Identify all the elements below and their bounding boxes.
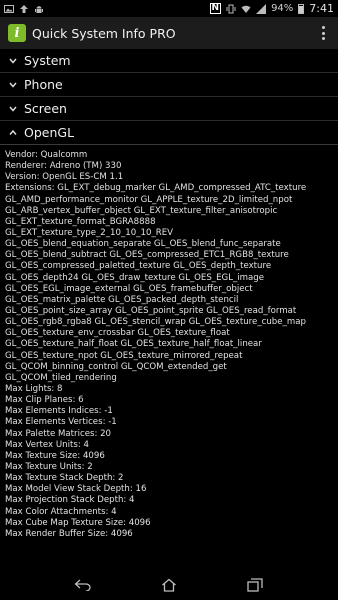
- opengl-line: Max Texture Units: 2: [5, 461, 93, 472]
- back-icon: [74, 579, 91, 591]
- opengl-line: GL_OES_texture_env_crossbar GL_OES_textu…: [5, 328, 230, 339]
- section-opengl-label: OpenGL: [24, 125, 75, 140]
- opengl-line: GL_QCOM_tiled_rendering: [5, 372, 117, 383]
- wifi-icon: [241, 5, 251, 13]
- section-screen-label: Screen: [24, 101, 67, 116]
- opengl-line: Vendor: Qualcomm: [5, 150, 88, 160]
- opengl-line: GL_OES_texture_half_float GL_OES_texture…: [5, 339, 262, 350]
- section-system-label: System: [24, 53, 71, 68]
- app-info-icon[interactable]: i: [8, 24, 26, 42]
- opengl-line: Max Lights: 8: [5, 383, 63, 394]
- opengl-line: Max Palette Matrices: 20: [5, 428, 112, 439]
- home-button[interactable]: [159, 575, 179, 595]
- opengl-line: GL_OES_point_size_array GL_OES_point_spr…: [5, 305, 297, 316]
- opengl-line: GL_AMD_performance_monitor GL_APPLE_text…: [5, 194, 293, 205]
- chevron-down-icon: [6, 54, 20, 68]
- opengl-line: GL_OES_depth24 GL_OES_draw_texture GL_OE…: [5, 272, 265, 283]
- opengl-line: GL_OES_compressed_paletted_texture GL_OE…: [5, 261, 272, 272]
- opengl-line: Extensions: GL_EXT_debug_marker GL_AMD_c…: [5, 183, 307, 194]
- opengl-line: Max Color Attachments: 4: [5, 506, 117, 517]
- navigation-bar: [0, 570, 338, 600]
- opengl-line: GL_QCOM_binning_control GL_QCOM_extended…: [5, 361, 227, 372]
- chevron-down-icon: [6, 102, 20, 116]
- photo-notification-icon: [4, 4, 14, 13]
- opengl-line: Max Elements Vertices: -1: [5, 417, 117, 428]
- chevron-down-icon: [6, 78, 20, 92]
- opengl-line: GL_OES_EGL_image_external GL_OES_framebu…: [5, 283, 253, 294]
- back-button[interactable]: [73, 575, 93, 595]
- opengl-line: GL_OES_blend_subtract GL_OES_compressed_…: [5, 250, 289, 261]
- opengl-line: Renderer: Adreno (TM) 330: [5, 161, 122, 172]
- section-screen[interactable]: Screen: [0, 97, 338, 121]
- section-system[interactable]: System: [0, 49, 338, 73]
- section-opengl[interactable]: OpenGL: [0, 121, 338, 145]
- opengl-line: GL_OES_texture_npot GL_OES_texture_mirro…: [5, 350, 243, 361]
- opengl-line: Max Texture Stack Depth: 2: [5, 473, 124, 484]
- opengl-line: Max Vertex Units: 4: [5, 439, 89, 450]
- opengl-line: GL_EXT_texture_type_2_10_10_10_REV: [5, 227, 174, 238]
- signal-icon: [256, 3, 267, 14]
- opengl-line: Max Elements Indices: -1: [5, 406, 113, 417]
- opengl-line: GL_OES_blend_equation_separate GL_OES_bl…: [5, 239, 281, 250]
- recent-apps-button[interactable]: [245, 575, 265, 595]
- status-bar: N 94% 7:41: [0, 0, 338, 17]
- section-phone-label: Phone: [24, 77, 63, 92]
- overflow-menu-icon[interactable]: [322, 26, 326, 40]
- battery-percent: 94%: [271, 3, 294, 14]
- upload-notification-icon: [20, 4, 28, 13]
- action-bar: i Quick System Info PRO: [0, 17, 338, 49]
- opengl-line: GL_EXT_texture_format_BGRA8888: [5, 216, 156, 227]
- section-phone[interactable]: Phone: [0, 73, 338, 97]
- opengl-line: GL_ARB_vertex_buffer_object GL_EXT_textu…: [5, 205, 278, 216]
- opengl-line: Version: OpenGL ES-CM 1.1: [5, 172, 124, 183]
- android-debug-icon: [35, 5, 43, 13]
- vibrate-icon: [226, 4, 236, 13]
- home-icon: [162, 578, 176, 592]
- battery-icon: [298, 3, 305, 14]
- clock: 7:41: [309, 2, 334, 15]
- app-title: Quick System Info PRO: [32, 25, 176, 41]
- opengl-line: Max Cube Map Texture Size: 4096: [5, 517, 151, 528]
- opengl-line: Max Texture Size: 4096: [5, 450, 105, 461]
- opengl-details: Vendor: Qualcomm Renderer: Adreno (TM) 3…: [5, 150, 337, 540]
- opengl-line: Max Render Buffer Size: 4096: [5, 528, 133, 539]
- chevron-up-icon: [6, 126, 20, 140]
- nfc-icon: N: [209, 3, 222, 14]
- opengl-line: Max Model View Stack Depth: 16: [5, 484, 147, 495]
- opengl-line: GL_OES_rgb8_rgba8 GL_OES_stencil_wrap GL…: [5, 317, 306, 328]
- opengl-line: Max Clip Planes: 6: [5, 395, 84, 406]
- recent-apps-icon: [247, 578, 263, 592]
- opengl-line: Max Projection Stack Depth: 4: [5, 495, 135, 506]
- opengl-line: GL_OES_matrix_palette GL_OES_packed_dept…: [5, 294, 239, 305]
